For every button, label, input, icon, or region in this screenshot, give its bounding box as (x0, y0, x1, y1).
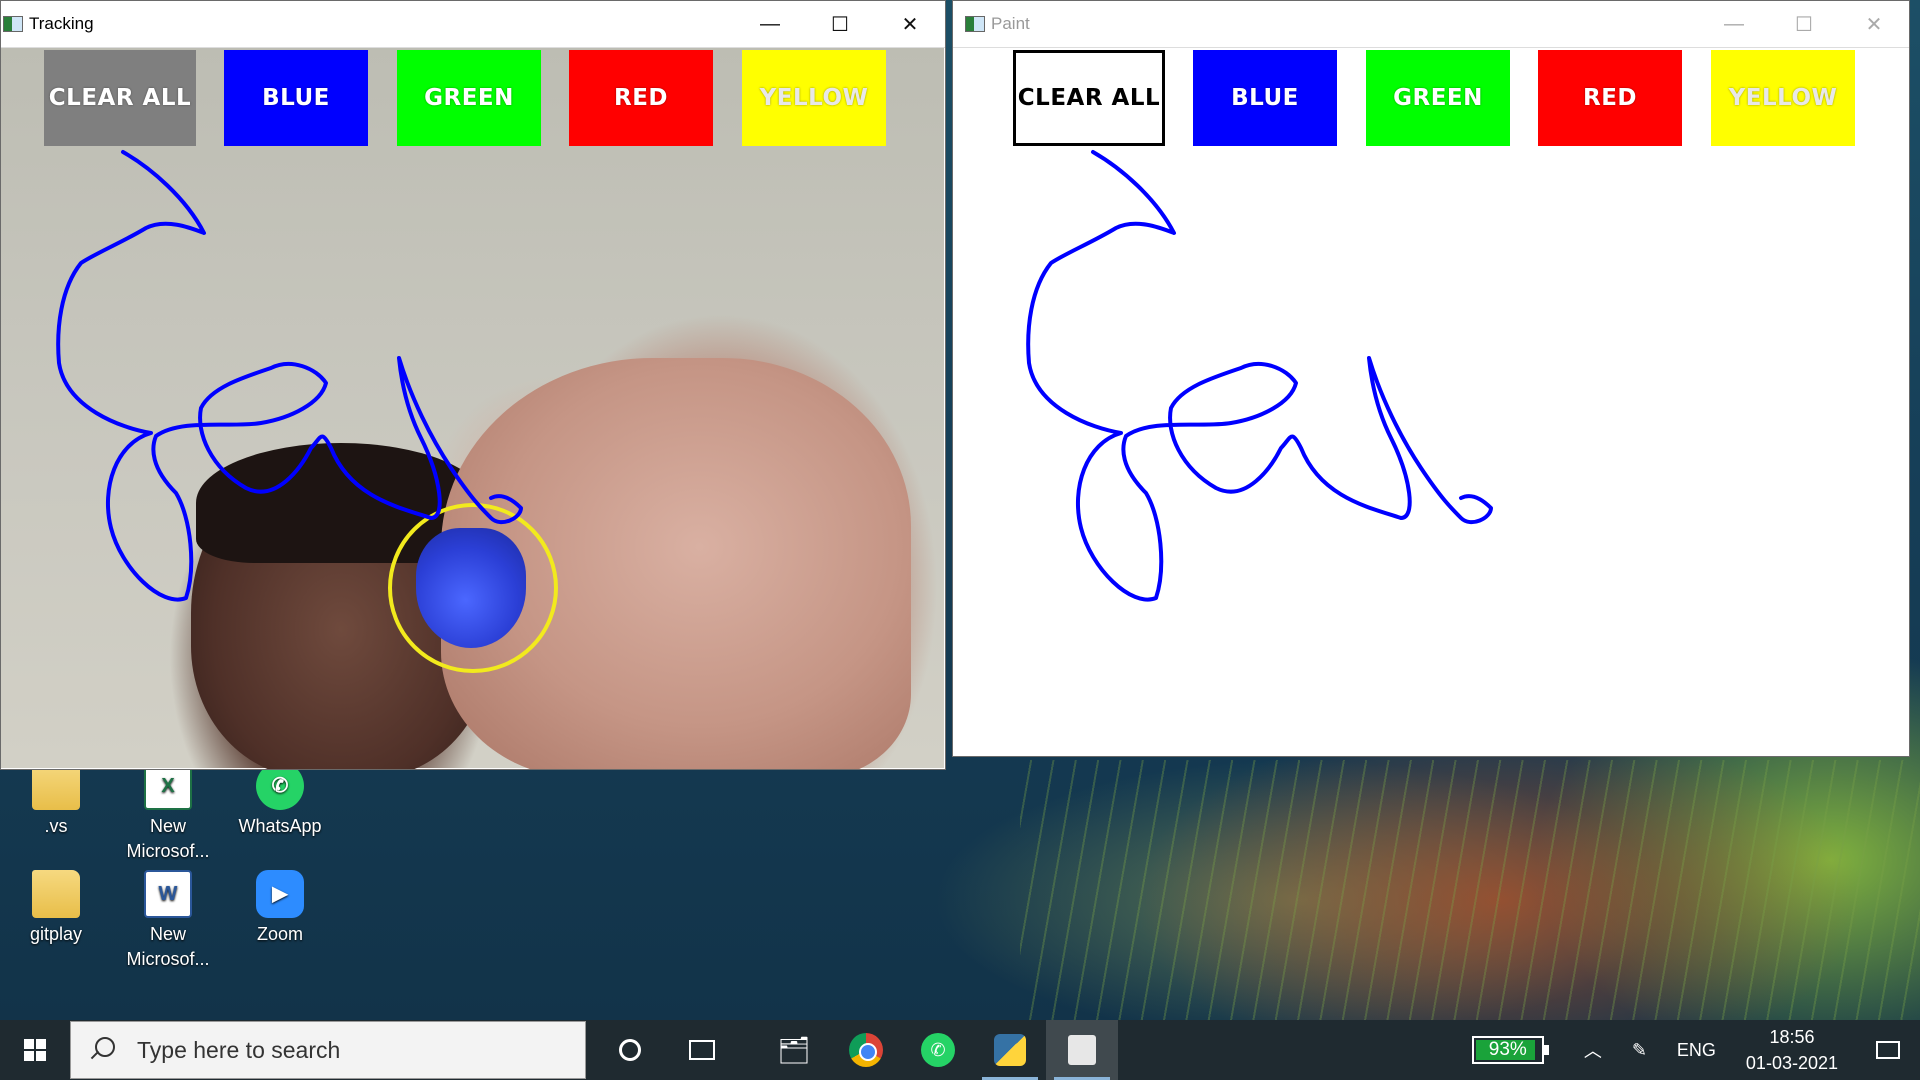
window-title: Tracking (29, 14, 94, 33)
window-controls: — ☐ ✕ (735, 1, 945, 48)
chrome-icon[interactable] (830, 1020, 902, 1080)
start-button[interactable] (0, 1020, 70, 1080)
idle-icon[interactable] (1046, 1020, 1118, 1080)
desktop-icon-word[interactable]: W New Microsof... (118, 870, 218, 972)
maximize-icon[interactable]: ☐ (1769, 1, 1839, 48)
title-bar[interactable]: Paint — ☐ ✕ (953, 1, 1909, 48)
system-tray: 93% ︿ ✎ ENG 18:56 01-03-2021 (1471, 1020, 1920, 1080)
desktop-icon-vs[interactable]: .vs (6, 762, 106, 839)
battery-label: 93% (1488, 1039, 1527, 1060)
search-placeholder: Type here to search (137, 1036, 341, 1063)
pen-icon[interactable]: ✎ (1632, 1040, 1647, 1061)
window-controls: — ☐ ✕ (1699, 1, 1909, 48)
camera-feed: CLEAR ALL BLUE GREEN RED YELLOW (1, 48, 945, 769)
desktop-icon-zoom[interactable]: ▶ Zoom (230, 870, 330, 947)
whatsapp-icon[interactable]: ✆ (902, 1020, 974, 1080)
clock[interactable]: 18:56 01-03-2021 (1746, 1024, 1838, 1076)
title-bar[interactable]: Tracking — ☐ ✕ (1, 1, 945, 48)
app-icon (965, 16, 985, 32)
paint-window[interactable]: Paint — ☐ ✕ CLEAR ALL BLUE GREEN RED YEL… (952, 0, 1910, 757)
wallpaper-reeds (1020, 760, 1920, 1020)
drawn-stroke (56, 150, 523, 602)
paint-drawing (1026, 150, 1493, 602)
desktop-icon-label: Zoom (256, 924, 303, 944)
minimize-icon[interactable]: — (1699, 1, 1769, 48)
search-input[interactable]: Type here to search (70, 1021, 586, 1079)
desktop-icon-gitplay[interactable]: gitplay (6, 870, 106, 947)
battery-indicator[interactable]: 93% (1471, 1036, 1549, 1064)
cortana-icon[interactable] (594, 1020, 666, 1080)
clock-date: 01-03-2021 (1745, 1053, 1838, 1073)
close-icon[interactable]: ✕ (875, 1, 945, 48)
tracking-window[interactable]: Tracking — ☐ ✕ CLEAR ALL BLUE GREEN RED … (0, 0, 946, 770)
close-icon[interactable]: ✕ (1839, 1, 1909, 48)
clock-time: 18:56 (1769, 1027, 1815, 1047)
language-indicator[interactable]: ENG (1677, 1040, 1716, 1061)
desktop-icon-label: gitplay (29, 924, 83, 944)
file-explorer-icon[interactable]: 🗂 (758, 1020, 830, 1080)
desktop-icon-label: WhatsApp (238, 816, 322, 836)
drawn-stroke (1026, 150, 1493, 602)
task-view-icon[interactable] (666, 1020, 738, 1080)
tracking-drawing (56, 150, 523, 602)
zoom-icon: ▶ (256, 870, 304, 918)
minimize-icon[interactable]: — (735, 1, 805, 48)
desktop-icon-label: New Microsof... (126, 816, 210, 861)
desktop-icon-whatsapp[interactable]: ✆ WhatsApp (230, 762, 330, 839)
windows-logo-icon (24, 1039, 46, 1061)
chevron-up-icon[interactable]: ︿ (1584, 1037, 1602, 1063)
desktop-icon-excel[interactable]: X New Microsof... (118, 762, 218, 864)
word-icon: W (144, 870, 192, 918)
maximize-icon[interactable]: ☐ (805, 1, 875, 48)
search-icon (87, 1035, 117, 1065)
notification-icon[interactable] (1868, 1020, 1908, 1080)
desktop-icon-label: .vs (44, 816, 68, 836)
python-icon[interactable] (974, 1020, 1046, 1080)
app-icon (3, 16, 23, 32)
window-title: Paint (991, 14, 1030, 33)
desktop-icon-label: New Microsof... (126, 924, 210, 969)
folder-icon (32, 870, 80, 918)
paint-canvas[interactable]: CLEAR ALL BLUE GREEN RED YELLOW (953, 48, 1909, 756)
taskbar: Type here to search 🗂 ✆ 93% ︿ ✎ ENG 18:5… (0, 1020, 1920, 1080)
